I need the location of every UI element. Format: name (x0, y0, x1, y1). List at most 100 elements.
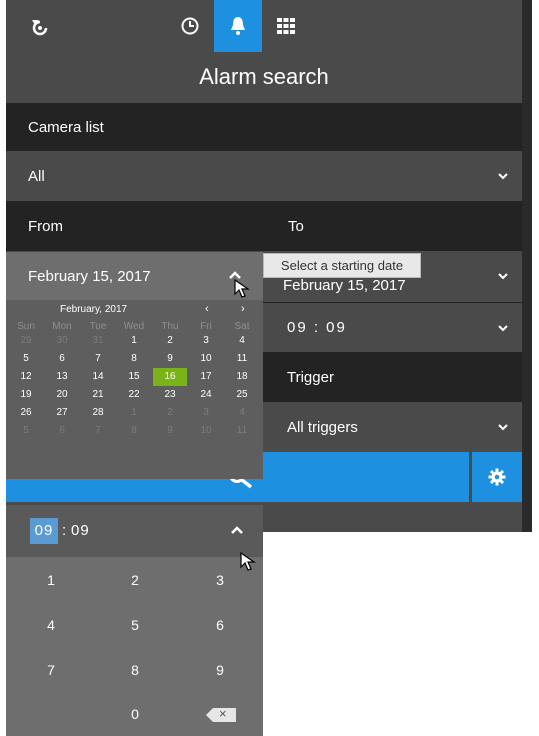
panel-edge (522, 0, 532, 532)
from-date-select[interactable]: February 15, 2017 (6, 252, 263, 300)
calendar-day[interactable]: 30 (44, 332, 80, 350)
from-to-label-row: From To (6, 201, 522, 251)
calendar-day[interactable]: 10 (188, 350, 224, 368)
calendar-day[interactable]: 3 (188, 332, 224, 350)
trigger-select[interactable]: All triggers (263, 402, 522, 452)
backspace-button[interactable]: × (205, 706, 237, 723)
keypad-key-6[interactable]: 6 (190, 617, 250, 633)
calendar-day[interactable]: 6 (44, 422, 80, 440)
calendar-day[interactable]: 19 (8, 386, 44, 404)
time-picker: 09 : 09 1 2 3 4 5 6 7 8 9 0 × (6, 505, 263, 736)
from-date-value: February 15, 2017 (28, 267, 151, 285)
chevron-up-icon[interactable] (230, 525, 244, 535)
camera-list-label-row: Camera list (6, 103, 522, 151)
weekday-label: Wed (123, 321, 145, 332)
camera-list-select[interactable]: All (6, 151, 522, 201)
calendar-day[interactable]: 7 (80, 350, 116, 368)
chevron-down-icon (498, 424, 508, 431)
chevron-down-icon (498, 173, 508, 180)
calendar-day[interactable]: 25 (224, 386, 260, 404)
calendar-day[interactable]: 31 (80, 332, 116, 350)
calendar-day[interactable]: 7 (80, 422, 116, 440)
calendar-day[interactable]: 2 (152, 332, 188, 350)
calendar-day[interactable]: 16 (153, 368, 187, 386)
to-time-value: 09 : 09 (287, 319, 347, 336)
from-label: From (28, 217, 63, 235)
keypad-key-5[interactable]: 5 (105, 617, 165, 633)
trigger-label-row: Trigger (263, 352, 522, 402)
trigger-value: All triggers (287, 418, 358, 436)
calendar-day[interactable]: 26 (8, 404, 44, 422)
calendar-month-label: February, 2017 (60, 304, 128, 315)
clock-icon[interactable] (166, 0, 214, 52)
calendar-day[interactable]: 12 (8, 368, 44, 386)
calendar-day[interactable]: 15 (116, 368, 152, 386)
time-display: 09 : 09 (6, 505, 263, 557)
hours-field[interactable]: 09 (30, 518, 58, 544)
search-settings-button[interactable] (472, 452, 522, 502)
calendar-day[interactable]: 4 (224, 404, 260, 422)
rotate-icon[interactable] (16, 0, 64, 52)
from-date-picker: February 15, 2017 February, 2017 ‹ › Sun… (6, 252, 263, 479)
calendar-day[interactable]: 14 (80, 368, 116, 386)
calendar-day[interactable]: 3 (188, 404, 224, 422)
trigger-label: Trigger (287, 368, 334, 386)
keypad-key-0[interactable]: 0 (105, 706, 165, 722)
calendar-day[interactable]: 10 (188, 422, 224, 440)
keypad-key-2[interactable]: 2 (105, 572, 165, 588)
keypad-key-4[interactable]: 4 (21, 617, 81, 633)
calendar-day[interactable]: 4 (224, 332, 260, 350)
to-time-select[interactable]: 09 : 09 (263, 302, 522, 352)
calendar-day[interactable]: 9 (152, 350, 188, 368)
calendar-day[interactable]: 13 (44, 368, 80, 386)
calendar-day[interactable]: 8 (116, 350, 152, 368)
keypad-key-7[interactable]: 7 (21, 662, 81, 678)
calendar-day[interactable]: 6 (44, 350, 80, 368)
calendar-day[interactable]: 22 (116, 386, 152, 404)
calendar-day[interactable]: 11 (224, 350, 260, 368)
calendar-day[interactable]: 21 (80, 386, 116, 404)
time-separator: : (62, 522, 67, 539)
calendar-day[interactable]: 28 (80, 404, 116, 422)
calendar-day[interactable]: 8 (116, 422, 152, 440)
calendar-day[interactable]: 1 (116, 332, 152, 350)
calendar-day[interactable]: 5 (8, 422, 44, 440)
mouse-cursor-icon (240, 552, 256, 571)
calendar-day[interactable]: 23 (152, 386, 188, 404)
to-label: To (288, 217, 304, 235)
calendar-day[interactable]: 17 (188, 368, 224, 386)
chevron-down-icon (498, 324, 508, 331)
calendar-day[interactable]: 20 (44, 386, 80, 404)
calendar-day[interactable]: 5 (8, 350, 44, 368)
mouse-cursor-icon (234, 279, 250, 298)
chevron-down-icon (498, 273, 508, 280)
weekday-label: Sun (17, 321, 35, 332)
top-toolbar (6, 0, 522, 52)
bell-icon[interactable] (214, 0, 262, 52)
grid-icon[interactable] (262, 0, 310, 52)
calendar-day[interactable]: 9 (152, 422, 188, 440)
calendar-day[interactable]: 24 (188, 386, 224, 404)
weekday-label: Tue (89, 321, 107, 332)
calendar-day[interactable]: 29 (8, 332, 44, 350)
date-tooltip: Select a starting date (263, 253, 421, 278)
weekday-label: Sat (234, 321, 250, 332)
calendar-day[interactable]: 1 (116, 404, 152, 422)
weekday-label: Fri (200, 321, 212, 332)
next-month-button[interactable]: › (241, 303, 245, 315)
weekday-label: Thu (161, 321, 179, 332)
keypad-key-9[interactable]: 9 (190, 662, 250, 678)
camera-list-value: All (28, 167, 45, 185)
keypad-key-8[interactable]: 8 (105, 662, 165, 678)
calendar-day[interactable]: 2 (152, 404, 188, 422)
weekday-label: Mon (52, 321, 72, 332)
keypad-key-1[interactable]: 1 (21, 572, 81, 588)
calendar-grid: February, 2017 ‹ › Sun Mon Tue Wed Thu Fri Sat… (6, 300, 263, 479)
keypad-key-3[interactable]: 3 (190, 572, 250, 588)
minutes-field[interactable]: 09 (71, 518, 90, 544)
calendar-day[interactable]: 27 (44, 404, 80, 422)
prev-month-button[interactable]: ‹ (205, 303, 209, 315)
calendar-day[interactable]: 11 (224, 422, 260, 440)
page-title: Alarm search (199, 64, 329, 89)
calendar-day[interactable]: 18 (224, 368, 260, 386)
